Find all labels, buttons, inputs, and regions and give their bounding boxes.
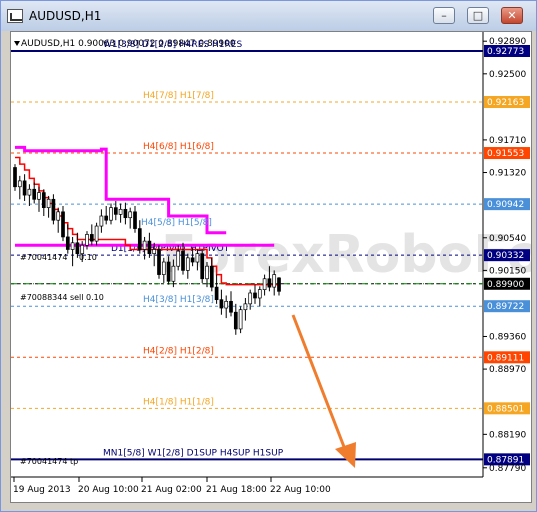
price-tick-label-9: 0.87790 [489,464,526,474]
candle-body-20 [109,207,113,221]
time-tick-label-1: 20 Aug 10:00 [78,485,139,495]
level-label-1: H4[7/8] H1[7/8] [143,91,214,101]
price-tag-2: 0.91553 [487,149,524,159]
maximize-button[interactable]: □ [467,7,489,24]
candle-body-33 [171,265,176,282]
candle-body-34 [176,250,181,267]
candle-body-51 [257,289,262,299]
candle-body-12 [70,242,75,250]
price-chart-svg[interactable]: ForexRoboForex AUDUSD,H1 0.90063 0.90072… [11,32,537,502]
price-tag-5: 0.89900 [487,280,524,290]
price-tick-label-0: 0.92890 [489,37,526,47]
candle-body-43 [219,299,224,309]
candle-body-21 [113,207,118,215]
candle-body-22 [118,208,123,215]
candle-body-47 [238,309,243,330]
candle-body-41 [209,265,214,288]
candle-body-4 [32,188,37,200]
time-tick-label-0: 19 Aug 2013 [13,485,71,495]
candle-body-44 [224,300,229,309]
level-label-7: H4[2/8] H1[2/8] [143,346,214,356]
candle-body-9 [56,211,61,221]
minimize-button[interactable]: – [433,7,455,24]
candle-body-17 [94,225,99,242]
price-tick-label-8: 0.88190 [489,430,526,440]
price-tick-label-3: 0.91320 [489,169,526,179]
candle-body-10 [61,211,65,238]
price-tick-label-7: 0.88970 [489,365,526,375]
time-tick-label-4: 22 Aug 10:00 [270,485,331,495]
price-tag-0: 0.92773 [487,47,524,57]
order-left-label: #70041474 [20,253,67,262]
level-label-9: MN1[5/8] W1[2/8] D1SUP H4SUP H1SUP [103,448,284,458]
candle-body-39 [200,253,205,280]
order-sell-label: #70088344 sell 0.10 [20,293,104,302]
chart-window: AUDUSD,H1 – □ ✕ ForexRoboForex AUDUSD,H1… [0,0,537,512]
candle-body-3 [27,188,32,196]
candle-body-5 [37,192,41,200]
candle-body-37 [190,257,195,263]
level-label-6: H4[3/8] H1[3/8] [143,295,214,305]
price-tick-label-4: 0.90540 [489,234,526,244]
window-title: AUDUSD,H1 [29,9,102,23]
chart-app-icon [7,9,23,23]
price-tag-6: 0.89722 [487,302,524,312]
price-tick-label-1: 0.92500 [489,70,526,80]
candle-body-31 [161,261,166,275]
candle-body-48 [243,303,248,311]
candle-body-36 [185,257,190,271]
candle-body-35 [181,250,185,271]
price-tag-3: 0.90942 [487,200,524,210]
candle-body-38 [195,253,200,263]
title-bar[interactable]: AUDUSD,H1 – □ ✕ [1,1,536,31]
candle-body-18 [99,215,104,227]
candle-body-53 [267,278,272,288]
candle-body-29 [152,249,157,255]
candle-body-19 [104,215,109,221]
h4-5-8-label: H4[5/8] H1[5/8] [141,218,212,228]
price-tag-1: 0.92163 [487,98,524,108]
level-label-2: H4[6/8] H1[6/8] [143,142,214,152]
candle-body-49 [248,292,253,305]
time-tick-label-2: 21 Aug 02:00 [141,485,202,495]
candle-body-16 [89,234,94,242]
close-button[interactable]: ✕ [501,7,523,24]
candle-body-28 [147,240,152,255]
level-label-8: H4[1/8] H1[1/8] [143,397,214,407]
candle-body-30 [157,249,161,275]
price-tick-label-2: 0.91710 [489,136,526,146]
candle-body-54 [272,274,277,288]
candle-body-45 [229,300,233,313]
candle-body-6 [41,192,46,209]
candle-body-50 [253,292,257,299]
candle-body-25 [133,211,137,229]
price-tick-label-5: 0.90150 [489,266,526,276]
price-tag-7: 0.89111 [487,353,524,363]
price-tick-label-6: 0.89360 [489,332,526,342]
candle-body-52 [262,278,267,290]
candle-body-24 [128,211,133,219]
order-tp-label: #70041474 tp [20,457,78,466]
candle-body-1 [17,180,22,188]
level-label-0: W1[3/8] D1[2/8] H4RES H1RES [103,40,242,50]
price-tag-8: 0.88501 [487,404,524,414]
candle-body-42 [214,286,219,301]
candle-body-7 [46,198,51,209]
candle-body-23 [123,208,128,219]
time-tick-label-3: 21 Aug 18:00 [206,485,267,495]
candle-body-15 [85,234,89,246]
chart-area[interactable]: ForexRoboForex AUDUSD,H1 0.90063 0.90072… [10,31,537,503]
candle-body-0 [13,167,17,188]
candle-body-11 [65,236,70,250]
candle-body-40 [205,265,209,280]
order-left-value: 0.10 [79,253,97,262]
price-tag-4: 0.90332 [487,251,524,261]
candle-body-46 [233,311,238,330]
candle-body-8 [51,198,56,221]
candle-body-32 [166,261,171,282]
candle-body-27 [142,240,147,250]
candle-body-26 [137,228,142,250]
candle-body-55 [277,277,281,292]
candle-body-2 [22,180,27,196]
